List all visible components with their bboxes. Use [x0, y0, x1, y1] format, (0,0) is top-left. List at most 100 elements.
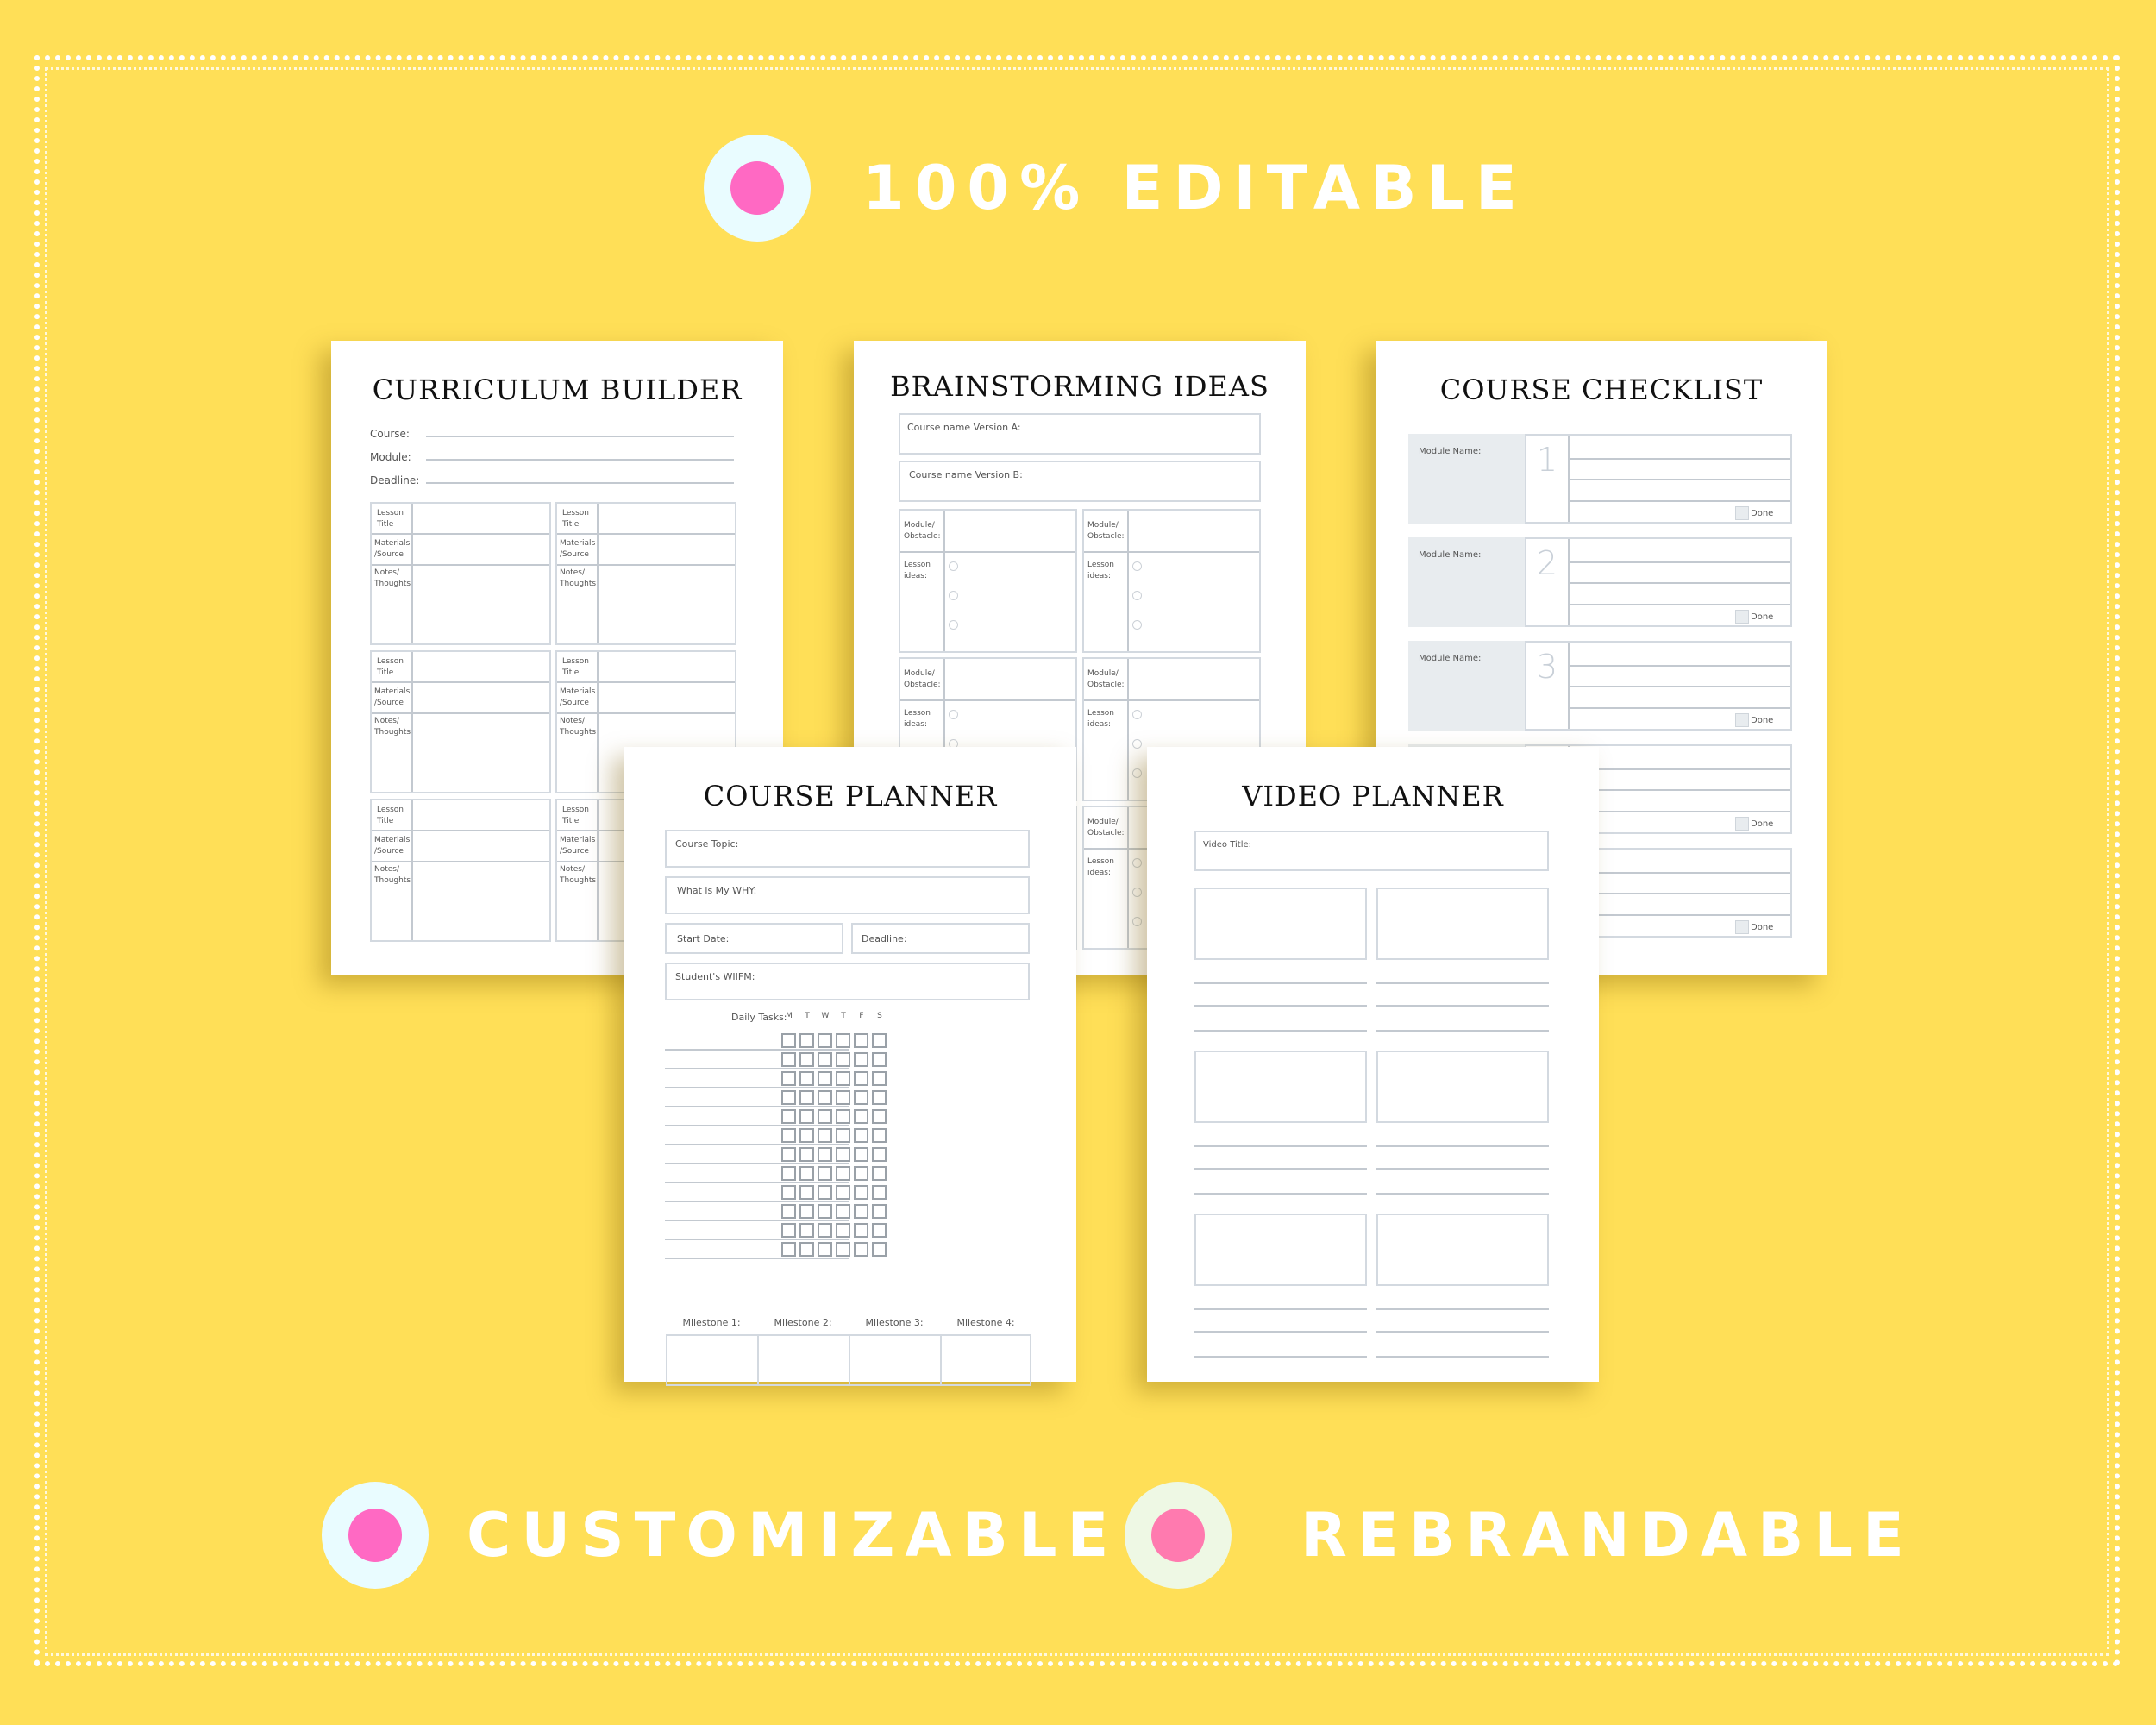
storyboard-frame[interactable] — [1194, 888, 1367, 960]
day-checkbox[interactable] — [854, 1242, 868, 1257]
start-date-field[interactable]: Start Date: — [665, 923, 843, 954]
task-line[interactable] — [665, 1049, 849, 1051]
day-checkbox[interactable] — [854, 1128, 868, 1143]
day-checkbox[interactable] — [854, 1071, 868, 1086]
day-checkbox[interactable] — [854, 1185, 868, 1200]
day-checkbox[interactable] — [781, 1128, 796, 1143]
deadline-field[interactable]: Deadline: — [851, 923, 1030, 954]
day-checkbox[interactable] — [781, 1166, 796, 1181]
day-checkbox[interactable] — [872, 1185, 887, 1200]
lesson-block[interactable]: Lesson Title Materials /Source Notes/ Thou… — [370, 799, 551, 942]
day-checkbox[interactable] — [872, 1204, 887, 1219]
note-line[interactable] — [1194, 982, 1367, 984]
day-checkbox[interactable] — [818, 1166, 832, 1181]
day-checkbox[interactable] — [799, 1071, 814, 1086]
day-checkbox[interactable] — [781, 1090, 796, 1105]
task-line[interactable] — [665, 1239, 849, 1240]
day-checkbox[interactable] — [799, 1223, 814, 1238]
task-line[interactable] — [1568, 582, 1790, 584]
day-checkbox[interactable] — [781, 1033, 796, 1048]
note-line[interactable] — [1376, 1356, 1549, 1358]
day-checkbox[interactable] — [854, 1204, 868, 1219]
field-line[interactable] — [426, 482, 734, 484]
day-checkbox[interactable] — [781, 1071, 796, 1086]
day-checkbox[interactable] — [872, 1242, 887, 1257]
day-checkbox[interactable] — [836, 1204, 850, 1219]
task-line[interactable] — [1568, 872, 1790, 874]
day-checkbox[interactable] — [781, 1147, 796, 1162]
task-line[interactable] — [1568, 914, 1790, 916]
day-checkbox[interactable] — [854, 1033, 868, 1048]
day-checkbox[interactable] — [799, 1109, 814, 1124]
day-checkbox[interactable] — [872, 1147, 887, 1162]
day-checkbox[interactable] — [799, 1185, 814, 1200]
day-checkbox[interactable] — [836, 1166, 850, 1181]
task-line[interactable] — [665, 1125, 849, 1126]
milestone-box[interactable] — [849, 1334, 942, 1386]
task-line[interactable] — [1568, 500, 1790, 502]
day-checkbox[interactable] — [854, 1147, 868, 1162]
why-field[interactable]: What is My WHY: — [665, 876, 1030, 914]
done-checkbox[interactable] — [1735, 713, 1749, 727]
wiifm-field[interactable]: Student's WIIFM: — [665, 963, 1030, 1000]
note-line[interactable] — [1376, 1168, 1549, 1170]
day-checkbox[interactable] — [872, 1223, 887, 1238]
day-checkbox[interactable] — [818, 1090, 832, 1105]
day-checkbox[interactable] — [854, 1052, 868, 1067]
done-checkbox[interactable] — [1735, 817, 1749, 831]
day-checkbox[interactable] — [781, 1242, 796, 1257]
field-line[interactable] — [426, 459, 734, 461]
task-line[interactable] — [665, 1182, 849, 1183]
task-line[interactable] — [1568, 768, 1790, 770]
milestone-box[interactable] — [666, 1334, 759, 1386]
note-line[interactable] — [1376, 1308, 1549, 1310]
note-line[interactable] — [1376, 1030, 1549, 1032]
day-checkbox[interactable] — [836, 1090, 850, 1105]
day-checkbox[interactable] — [872, 1128, 887, 1143]
day-checkbox[interactable] — [818, 1109, 832, 1124]
day-checkbox[interactable] — [836, 1147, 850, 1162]
day-checkbox[interactable] — [836, 1109, 850, 1124]
task-line[interactable] — [1568, 479, 1790, 480]
done-checkbox[interactable] — [1735, 920, 1749, 934]
day-checkbox[interactable] — [872, 1090, 887, 1105]
day-checkbox[interactable] — [781, 1204, 796, 1219]
field-line[interactable] — [426, 436, 734, 437]
lesson-block[interactable]: Lesson Title Materials /Source Notes/ Thou… — [555, 502, 736, 645]
day-checkbox[interactable] — [799, 1242, 814, 1257]
note-line[interactable] — [1376, 982, 1549, 984]
task-line[interactable] — [1568, 665, 1790, 667]
day-checkbox[interactable] — [872, 1052, 887, 1067]
day-checkbox[interactable] — [781, 1185, 796, 1200]
day-checkbox[interactable] — [836, 1128, 850, 1143]
storyboard-frame[interactable] — [1194, 1214, 1367, 1286]
day-checkbox[interactable] — [799, 1128, 814, 1143]
day-checkbox[interactable] — [818, 1128, 832, 1143]
day-checkbox[interactable] — [836, 1052, 850, 1067]
day-checkbox[interactable] — [818, 1242, 832, 1257]
day-checkbox[interactable] — [836, 1033, 850, 1048]
day-checkbox[interactable] — [854, 1166, 868, 1181]
task-line[interactable] — [1568, 811, 1790, 812]
day-checkbox[interactable] — [818, 1071, 832, 1086]
day-checkbox[interactable] — [836, 1071, 850, 1086]
done-checkbox[interactable] — [1735, 610, 1749, 624]
task-line[interactable] — [665, 1220, 849, 1221]
task-line[interactable] — [1568, 789, 1790, 791]
milestone-box[interactable] — [757, 1334, 850, 1386]
note-line[interactable] — [1376, 1331, 1549, 1333]
task-line[interactable] — [665, 1163, 849, 1164]
day-checkbox[interactable] — [781, 1223, 796, 1238]
day-checkbox[interactable] — [818, 1223, 832, 1238]
module-block[interactable]: Module/ Obstacle: Lesson ideas: — [899, 509, 1077, 653]
task-line[interactable] — [1568, 561, 1790, 563]
note-line[interactable] — [1194, 1356, 1367, 1358]
task-line[interactable] — [665, 1068, 849, 1070]
day-checkbox[interactable] — [818, 1147, 832, 1162]
storyboard-frame[interactable] — [1376, 888, 1549, 960]
day-checkbox[interactable] — [872, 1109, 887, 1124]
done-checkbox[interactable] — [1735, 506, 1749, 520]
day-checkbox[interactable] — [818, 1052, 832, 1067]
day-checkbox[interactable] — [818, 1185, 832, 1200]
day-checkbox[interactable] — [836, 1185, 850, 1200]
